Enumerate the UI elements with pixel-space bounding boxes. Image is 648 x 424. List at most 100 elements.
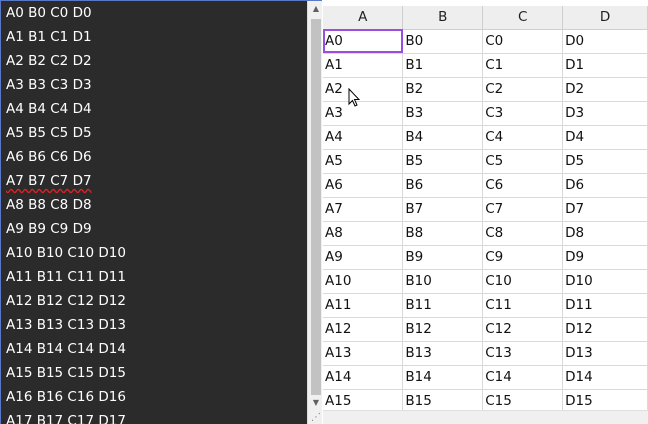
grid-cell[interactable]: C8 bbox=[482, 221, 564, 246]
grid-cell[interactable]: A4 bbox=[323, 125, 404, 150]
editor-line[interactable]: A5 B5 C5 D5 bbox=[6, 121, 306, 145]
grid-cell[interactable]: B5 bbox=[402, 149, 484, 174]
grid-cell[interactable]: C9 bbox=[482, 245, 564, 270]
editor-line[interactable]: A10 B10 C10 D10 bbox=[6, 241, 306, 265]
grid-cell[interactable]: C12 bbox=[482, 317, 564, 342]
editor-line[interactable]: A3 B3 C3 D3 bbox=[6, 73, 306, 97]
editor-line[interactable]: A11 B11 C11 D11 bbox=[6, 265, 306, 289]
grid-cell[interactable]: C5 bbox=[482, 149, 564, 174]
grid-cell[interactable]: D11 bbox=[562, 293, 648, 318]
editor-line-text: A2 B2 C2 D2 bbox=[6, 53, 92, 69]
grid-cell[interactable]: C11 bbox=[482, 293, 564, 318]
grid-cell[interactable]: C14 bbox=[482, 365, 564, 390]
grid-cell[interactable]: C4 bbox=[482, 125, 564, 150]
grid-cell[interactable]: B14 bbox=[402, 365, 484, 390]
editor-line[interactable]: A2 B2 C2 D2 bbox=[6, 49, 306, 73]
grid-cell[interactable]: B11 bbox=[402, 293, 484, 318]
grid-cell[interactable]: C1 bbox=[482, 53, 564, 78]
grid-cell[interactable]: A7 bbox=[323, 197, 404, 222]
grid-cell[interactable]: C13 bbox=[482, 341, 564, 366]
editor-line[interactable]: A15 B15 C15 D15 bbox=[6, 361, 306, 385]
column-header[interactable]: A bbox=[323, 6, 404, 30]
editor-line-text: A0 B0 C0 D0 bbox=[6, 5, 92, 21]
grid-cell[interactable]: B8 bbox=[402, 221, 484, 246]
grid-cell[interactable]: D2 bbox=[562, 77, 648, 102]
grid-cell[interactable]: A13 bbox=[323, 341, 404, 366]
column-header[interactable]: B bbox=[402, 6, 484, 30]
grid-cell[interactable]: A8 bbox=[323, 221, 404, 246]
grid-cell[interactable]: D13 bbox=[562, 341, 648, 366]
grid-cell[interactable]: D9 bbox=[562, 245, 648, 270]
scroll-up-icon[interactable]: ▲ bbox=[308, 1, 322, 17]
grid-cell[interactable]: D10 bbox=[562, 269, 648, 294]
grid-cell[interactable]: A5 bbox=[323, 149, 404, 174]
editor-line[interactable]: A8 B8 C8 D8 bbox=[6, 193, 306, 217]
column-header[interactable]: D bbox=[562, 6, 648, 30]
text-editor[interactable]: A0 B0 C0 D0 A1 B1 C1 D1 A2 B2 C2 D2 A3 B3 C… bbox=[0, 0, 322, 424]
scroll-down-icon[interactable]: ▼ bbox=[308, 395, 322, 411]
grid-cell[interactable]: B10 bbox=[402, 269, 484, 294]
editor-line[interactable]: A9 B9 C9 D9 bbox=[6, 217, 306, 241]
table-row: A14 B14 C14 D14 bbox=[323, 365, 648, 390]
editor-line[interactable]: A16 B16 C16 D16 bbox=[6, 385, 306, 409]
editor-line[interactable]: A7 B7 C7 D7 bbox=[6, 169, 306, 193]
grid-cell[interactable]: D7 bbox=[562, 197, 648, 222]
grid-cell[interactable]: B4 bbox=[402, 125, 484, 150]
grid-horizontal-scrollbar[interactable] bbox=[323, 410, 648, 424]
grid-cell[interactable]: D8 bbox=[562, 221, 648, 246]
grid-cell[interactable]: B1 bbox=[402, 53, 484, 78]
grid-cell[interactable]: C7 bbox=[482, 197, 564, 222]
grid-cell[interactable]: D4 bbox=[562, 125, 648, 150]
grid-cell[interactable]: D1 bbox=[562, 53, 648, 78]
editor-line[interactable]: A14 B14 C14 D14 bbox=[6, 337, 306, 361]
grid-cell[interactable]: C3 bbox=[482, 101, 564, 126]
editor-line[interactable]: A12 B12 C12 D12 bbox=[6, 289, 306, 313]
grid-cell[interactable]: A11 bbox=[323, 293, 404, 318]
grid-cell[interactable]: C6 bbox=[482, 173, 564, 198]
table-row: A6 B6 C6 D6 bbox=[323, 173, 648, 198]
table-row: A1 B1 C1 D1 bbox=[323, 53, 648, 78]
editor-line-text: A1 B1 C1 D1 bbox=[6, 29, 92, 45]
grid-cell[interactable]: A14 bbox=[323, 365, 404, 390]
grid-cell[interactable]: B2 bbox=[402, 77, 484, 102]
grid-cell[interactable]: C10 bbox=[482, 269, 564, 294]
resize-grip-icon[interactable]: ⋰ bbox=[309, 411, 322, 424]
grid-cell[interactable]: D14 bbox=[562, 365, 648, 390]
grid-cell[interactable]: B12 bbox=[402, 317, 484, 342]
grid-cell[interactable]: D0 bbox=[562, 29, 648, 54]
grid-cell[interactable]: A6 bbox=[323, 173, 404, 198]
spreadsheet-grid[interactable]: ABCD A0 B0 C0 D0 A1 B1 C1 D1 A2 B2 C2 D2 A3 B3 C3 D3 A4 B… bbox=[323, 6, 648, 424]
grid-cell[interactable]: B6 bbox=[402, 173, 484, 198]
grid-cell[interactable]: B3 bbox=[402, 101, 484, 126]
column-header[interactable]: C bbox=[482, 6, 564, 30]
grid-cell[interactable]: A9 bbox=[323, 245, 404, 270]
editor-line-text: A8 B8 C8 D8 bbox=[6, 197, 92, 213]
grid-cell[interactable]: D12 bbox=[562, 317, 648, 342]
grid-cell[interactable]: B9 bbox=[402, 245, 484, 270]
grid-cell[interactable]: B7 bbox=[402, 197, 484, 222]
scrollbar-thumb[interactable] bbox=[311, 19, 321, 395]
editor-line-text: A7 B7 C7 D7 bbox=[6, 173, 92, 189]
grid-cell[interactable]: D5 bbox=[562, 149, 648, 174]
editor-line[interactable]: A4 B4 C4 D4 bbox=[6, 97, 306, 121]
grid-cell[interactable]: A0 bbox=[323, 29, 404, 54]
editor-line[interactable]: A6 B6 C6 D6 bbox=[6, 145, 306, 169]
grid-cell[interactable]: A10 bbox=[323, 269, 404, 294]
grid-cell[interactable]: A3 bbox=[323, 101, 404, 126]
grid-cell[interactable]: A2 bbox=[323, 77, 404, 102]
editor-vertical-scrollbar[interactable]: ▲ ▼ bbox=[307, 1, 322, 424]
grid-cell[interactable]: C0 bbox=[482, 29, 564, 54]
grid-cell[interactable]: C2 bbox=[482, 77, 564, 102]
editor-line[interactable]: A1 B1 C1 D1 bbox=[6, 25, 306, 49]
grid-cell[interactable]: D3 bbox=[562, 101, 648, 126]
grid-cell[interactable]: D6 bbox=[562, 173, 648, 198]
table-row: A11 B11 C11 D11 bbox=[323, 293, 648, 318]
grid-cell[interactable]: B0 bbox=[402, 29, 484, 54]
grid-cell[interactable]: B13 bbox=[402, 341, 484, 366]
editor-line[interactable]: A13 B13 C13 D13 bbox=[6, 313, 306, 337]
editor-line[interactable]: A17 B17 C17 D17 bbox=[6, 409, 306, 424]
grid-cell[interactable]: A1 bbox=[323, 53, 404, 78]
grid-cell[interactable]: A12 bbox=[323, 317, 404, 342]
table-row: A9 B9 C9 D9 bbox=[323, 245, 648, 270]
editor-line[interactable]: A0 B0 C0 D0 bbox=[6, 1, 306, 25]
